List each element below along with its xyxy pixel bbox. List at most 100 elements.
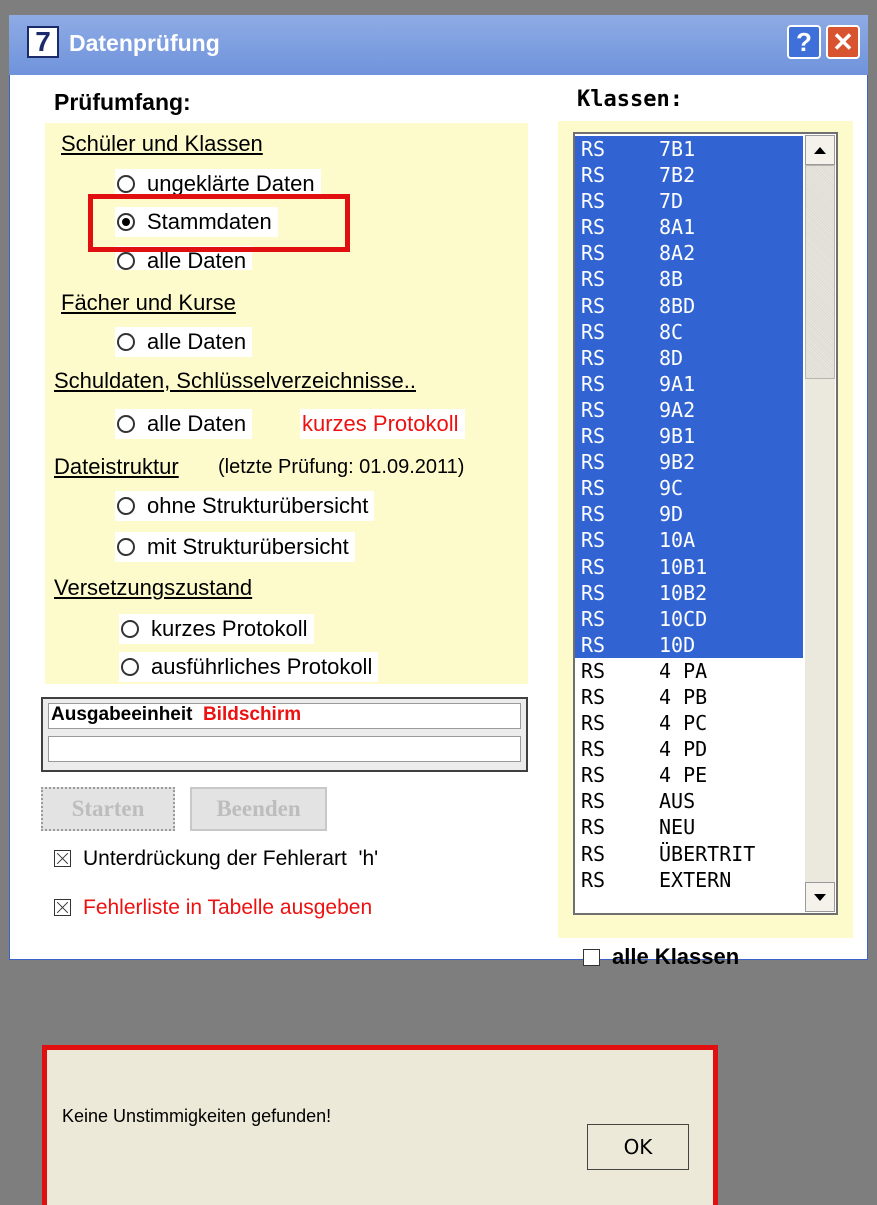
message-text: Keine Unstimmigkeiten gefunden! <box>62 1106 332 1126</box>
class-cell: 8B <box>659 267 684 292</box>
klassen-list-item[interactable]: RS ÜBERTRIT <box>575 841 803 867</box>
school-cell: RS <box>581 371 606 396</box>
klassen-heading: Klassen: <box>577 87 683 112</box>
class-cell: 9B1 <box>659 424 696 449</box>
ausgabeeinheit-row[interactable]: Ausgabeeinheit Bildschirm <box>48 703 521 729</box>
klassen-list-item[interactable]: RS 4 PA <box>575 658 803 684</box>
class-cell: AUS <box>659 789 696 814</box>
klassen-list-item[interactable]: RS AUS <box>575 788 803 814</box>
class-cell: ÜBERTRIT <box>659 841 756 866</box>
checkbox-unterdrueckung[interactable]: Unterdrückung der Fehlerart 'h' <box>54 847 378 871</box>
scroll-up-button[interactable] <box>805 135 835 165</box>
radio-alle-daten-schuldaten[interactable]: alle Daten <box>115 409 253 439</box>
klassen-listbox[interactable]: RS 7B1 RS 7B2 RS 7D RS 8A1 RS 8A2 RS 8B RS 8BD RS 8C RS 8… <box>573 132 838 915</box>
klassen-list-item[interactable]: RS 9A1 <box>575 370 803 397</box>
klassen-list-item[interactable]: RS 4 PC <box>575 710 803 736</box>
scroll-thumb[interactable] <box>805 165 835 379</box>
klassen-list-item[interactable]: RS 8C <box>575 318 803 345</box>
school-cell: RS <box>581 528 606 553</box>
school-cell: RS <box>581 163 606 188</box>
klassen-list: RS 7B1 RS 7B2 RS 7D RS 8A1 RS 8A2 RS 8B RS 8BD RS 8C RS 8… <box>575 136 803 893</box>
klassen-list-item[interactable]: RS 8D <box>575 344 803 371</box>
klassen-list-item[interactable]: RS 8A2 <box>575 240 803 267</box>
section-versetzungszustand: Versetzungszustand <box>54 575 253 600</box>
section-schueler-klassen: Schüler und Klassen <box>61 131 263 156</box>
class-cell: 8A1 <box>659 215 696 240</box>
class-cell: 8D <box>659 345 684 370</box>
class-cell: 4 PE <box>659 763 708 788</box>
class-cell: NEU <box>659 815 696 840</box>
school-cell: RS <box>581 502 606 527</box>
class-cell: 10B1 <box>659 554 708 579</box>
class-cell: 9C <box>659 476 684 501</box>
checkbox-fehlerliste-tabelle[interactable]: Fehlerliste in Tabelle ausgeben <box>54 896 372 920</box>
klassen-list-item[interactable]: RS EXTERN <box>575 867 803 893</box>
class-cell: 9A2 <box>659 397 696 422</box>
klassen-list-item[interactable]: RS 10B2 <box>575 579 803 606</box>
class-cell: 4 PD <box>659 737 708 762</box>
beenden-button[interactable]: Beenden <box>190 787 327 831</box>
radio-icon <box>121 658 139 676</box>
klassen-list-item[interactable]: RS 10B1 <box>575 553 803 580</box>
school-cell: RS <box>581 137 606 161</box>
class-cell: 10B2 <box>659 580 708 605</box>
school-cell: RS <box>581 711 606 736</box>
ausgabeeinheit-label: Ausgabeeinheit <box>51 704 193 725</box>
class-cell: 9A1 <box>659 371 696 396</box>
radio-icon <box>117 333 135 351</box>
arrow-up-icon <box>814 147 826 154</box>
scroll-down-button[interactable] <box>805 882 835 912</box>
klassen-list-item[interactable]: RS 8A1 <box>575 214 803 241</box>
school-cell: RS <box>581 632 606 657</box>
class-cell: 10D <box>659 632 696 657</box>
klassen-list-item[interactable]: RS 4 PB <box>575 684 803 710</box>
radio-alle-daten-faecher[interactable]: alle Daten <box>115 327 253 357</box>
klassen-list-item[interactable]: RS 10A <box>575 527 803 554</box>
klassen-list-item[interactable]: RS 9A2 <box>575 396 803 424</box>
klassen-list-item[interactable]: RS 7D <box>575 188 803 215</box>
klassen-list-item[interactable]: RS 9B1 <box>575 423 803 450</box>
class-cell: 10A <box>659 528 696 553</box>
klassen-list-item[interactable]: RS 9B2 <box>575 449 803 476</box>
radio-ausfuehrliches-protokoll[interactable]: ausführliches Protokoll <box>119 652 379 682</box>
school-cell: RS <box>581 580 606 605</box>
klassen-list-item[interactable]: RS NEU <box>575 814 803 840</box>
letzte-pruefung-note: (letzte Prüfung: 01.09.2011) <box>218 456 465 478</box>
klassen-list-item[interactable]: RS 7B2 <box>575 162 803 189</box>
school-cell: RS <box>581 476 606 501</box>
radio-kurzes-protokoll[interactable]: kurzes Protokoll <box>119 614 314 644</box>
ausgabe-detail-field <box>48 736 521 762</box>
help-button[interactable]: ? <box>787 25 821 59</box>
school-cell: RS <box>581 319 606 344</box>
klassen-list-item[interactable]: RS 8B <box>575 266 803 293</box>
klassen-list-item[interactable]: RS 4 PE <box>575 762 803 788</box>
klassen-list-item[interactable]: RS 10D <box>575 631 803 658</box>
starten-button[interactable]: Starten <box>41 787 175 831</box>
ok-button[interactable]: OK <box>587 1124 689 1170</box>
class-cell: 8C <box>659 319 684 344</box>
class-cell: 7B2 <box>659 163 696 188</box>
school-cell: RS <box>581 867 606 892</box>
checkbox-alle-klassen[interactable]: alle Klassen <box>583 944 739 970</box>
klassen-list-item[interactable]: RS 8BD <box>575 292 803 319</box>
radio-icon <box>117 538 135 556</box>
klassen-list-item[interactable]: RS 9C <box>575 475 803 502</box>
school-cell: RS <box>581 606 606 631</box>
radio-ohne-strukturuebersicht[interactable]: ohne Strukturübersicht <box>115 491 375 521</box>
school-cell: RS <box>581 397 606 422</box>
checkbox-checked-icon <box>54 899 71 916</box>
vertical-scrollbar[interactable] <box>805 135 835 912</box>
close-button[interactable]: ✕ <box>826 25 860 59</box>
klassen-list-item[interactable]: RS 4 PD <box>575 736 803 762</box>
klassen-list-item[interactable]: RS 10CD <box>575 605 803 632</box>
school-cell: RS <box>581 345 606 370</box>
arrow-down-icon <box>814 894 826 901</box>
school-cell: RS <box>581 815 606 840</box>
kurzes-protokoll-note[interactable]: kurzes Protokoll <box>300 409 465 439</box>
radio-mit-strukturuebersicht[interactable]: mit Strukturübersicht <box>115 532 355 562</box>
class-cell: 9B2 <box>659 450 696 475</box>
class-cell: 7D <box>659 189 684 214</box>
klassen-list-item[interactable]: RS 7B1 <box>575 136 803 163</box>
klassen-list-item[interactable]: RS 9D <box>575 501 803 528</box>
school-cell: RS <box>581 241 606 266</box>
